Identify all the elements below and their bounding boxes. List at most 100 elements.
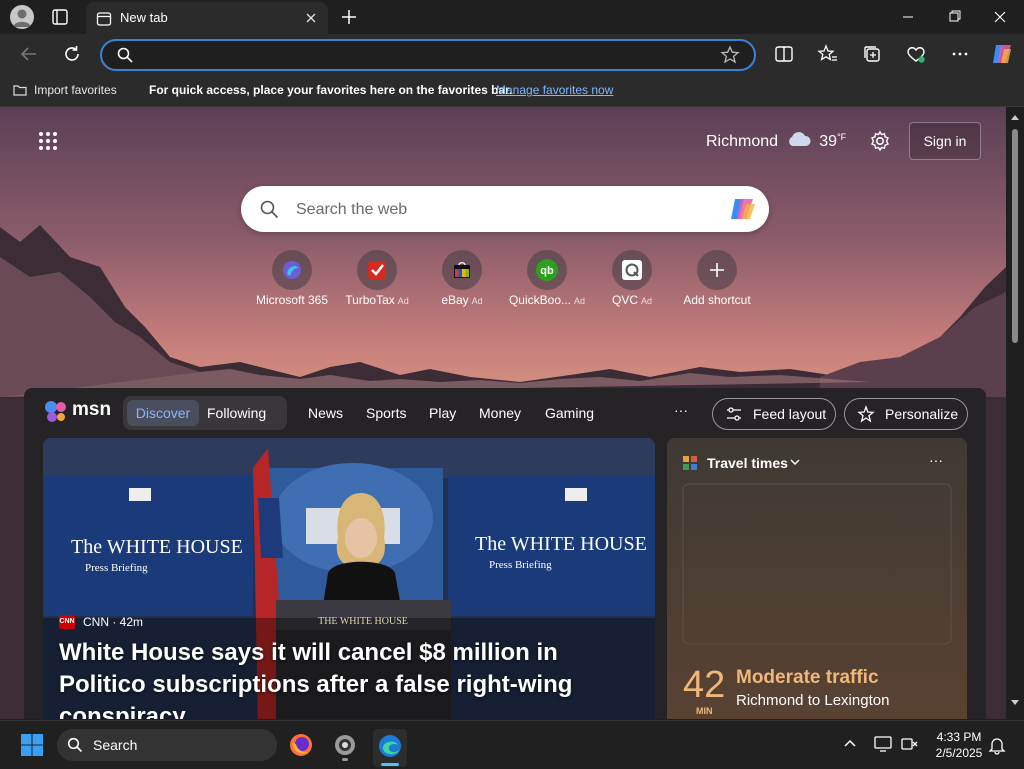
tab-following[interactable]: Following bbox=[207, 400, 266, 426]
screen-subtitle-left: Press Briefing bbox=[85, 562, 148, 574]
ad-label: Ad bbox=[641, 296, 653, 306]
favorite-star-icon[interactable] bbox=[720, 45, 740, 65]
search-icon bbox=[116, 46, 134, 64]
network-speaker-icon[interactable] bbox=[900, 735, 920, 753]
chevron-down-icon[interactable] bbox=[789, 457, 801, 467]
address-bar[interactable] bbox=[100, 39, 756, 71]
scroll-down-arrow-icon[interactable] bbox=[1010, 699, 1020, 707]
web-search-box[interactable]: Search the web bbox=[241, 186, 769, 232]
hero-headline[interactable]: White House says it will cancel $8 milli… bbox=[59, 637, 644, 719]
chevron-up-icon[interactable] bbox=[843, 737, 857, 749]
scroll-up-arrow-icon[interactable] bbox=[1010, 113, 1020, 121]
tab-new-tab[interactable]: New tab bbox=[86, 2, 328, 34]
search-icon bbox=[259, 199, 279, 219]
msn-butterfly-icon bbox=[45, 401, 66, 422]
scroll-thumb[interactable] bbox=[1012, 129, 1018, 343]
weather-widget[interactable]: Richmond 39°F bbox=[706, 131, 846, 153]
travel-times-title[interactable]: Travel times bbox=[707, 455, 788, 471]
add-shortcut-button[interactable]: Add shortcut bbox=[674, 250, 760, 310]
feed-layout-label: Feed layout bbox=[753, 406, 827, 422]
clock-date[interactable]: 2/5/2025 bbox=[932, 746, 986, 760]
minimize-button[interactable] bbox=[886, 4, 930, 30]
personalize-button[interactable]: Personalize bbox=[844, 398, 968, 430]
taskbar-search-label: Search bbox=[93, 737, 138, 753]
split-screen-icon[interactable] bbox=[773, 43, 795, 65]
msn-wordmark: msn bbox=[72, 399, 112, 420]
web-search-placeholder: Search the web bbox=[296, 201, 408, 218]
travel-minutes-unit: MIN bbox=[696, 706, 713, 716]
running-indicator bbox=[342, 758, 348, 761]
restore-button[interactable] bbox=[932, 4, 976, 30]
weather-temperature: 39 bbox=[819, 133, 838, 150]
browser-essentials-icon[interactable] bbox=[905, 43, 927, 65]
screen-title-right: The WHITE HOUSE bbox=[475, 533, 647, 555]
podium-text: THE WHITE HOUSE bbox=[318, 616, 408, 627]
settings-gear-icon[interactable] bbox=[868, 129, 892, 153]
copilot-icon[interactable] bbox=[728, 196, 758, 222]
new-tab-page: Richmond 39°F Sign in Search the web Mic… bbox=[0, 107, 1006, 719]
import-favorites-button[interactable]: Import favorites bbox=[34, 83, 117, 97]
app-taskbar-icon[interactable] bbox=[329, 729, 361, 761]
page-scrollbar[interactable] bbox=[1006, 107, 1024, 719]
shortcut-ebay[interactable]: eBay Ad bbox=[419, 250, 505, 310]
travel-times-card[interactable]: Travel times ··· 42 MIN Moderate traffic… bbox=[667, 438, 967, 719]
taskbar-search-box[interactable]: Search bbox=[57, 729, 277, 761]
start-button[interactable] bbox=[20, 733, 44, 757]
nav-play[interactable]: Play bbox=[429, 405, 456, 421]
back-arrow-icon[interactable] bbox=[18, 43, 40, 65]
shortcut-qvc[interactable]: QVC Ad bbox=[589, 250, 675, 310]
collections-icon[interactable] bbox=[861, 43, 883, 65]
firefox-taskbar-icon[interactable] bbox=[285, 729, 317, 761]
ebay-icon bbox=[454, 262, 470, 278]
more-menu-icon[interactable] bbox=[949, 43, 971, 65]
close-tab-icon[interactable] bbox=[302, 9, 320, 27]
shortcut-label: Microsoft 365 bbox=[255, 293, 329, 307]
refresh-icon[interactable] bbox=[61, 43, 83, 65]
shortcut-quickbooks[interactable]: qb QuickBoo... Ad bbox=[504, 250, 590, 310]
manage-favorites-link[interactable]: Manage favorites now bbox=[496, 83, 613, 97]
tab-discover[interactable]: Discover bbox=[127, 400, 199, 426]
favorites-icon[interactable] bbox=[817, 43, 839, 65]
feed-layout-button[interactable]: Feed layout bbox=[712, 398, 836, 430]
hero-news-card[interactable]: The WHITE HOUSE Press Briefing The WHITE… bbox=[43, 438, 655, 719]
new-tab-button[interactable] bbox=[338, 6, 360, 28]
notification-bell-icon[interactable] bbox=[988, 735, 1006, 755]
shortcut-label: eBay bbox=[441, 293, 469, 307]
windows-taskbar: Search 4:33 PM 2/5/2025 bbox=[0, 720, 1024, 769]
nav-gaming[interactable]: Gaming bbox=[545, 405, 594, 421]
weather-city: Richmond bbox=[706, 133, 779, 150]
close-window-button[interactable] bbox=[978, 4, 1022, 30]
qvc-icon bbox=[622, 260, 642, 280]
display-icon[interactable] bbox=[873, 735, 893, 753]
screen-subtitle-right: Press Briefing bbox=[489, 559, 552, 571]
tab-actions-icon[interactable] bbox=[49, 7, 71, 27]
map-app-icon bbox=[683, 456, 697, 470]
edge-taskbar-icon[interactable] bbox=[373, 729, 407, 767]
sign-in-button[interactable]: Sign in bbox=[909, 122, 981, 160]
feed-more-button[interactable]: ··· bbox=[674, 402, 688, 418]
profile-avatar[interactable] bbox=[10, 5, 34, 29]
ad-label: Ad bbox=[471, 296, 483, 306]
nav-sports[interactable]: Sports bbox=[366, 405, 406, 421]
nav-money[interactable]: Money bbox=[479, 405, 521, 421]
windows-logo-icon bbox=[21, 734, 43, 756]
shortcut-label: TurboTax bbox=[345, 293, 395, 307]
travel-more-button[interactable]: ··· bbox=[929, 452, 943, 468]
copilot-icon[interactable] bbox=[990, 43, 1012, 65]
shortcut-turbotax[interactable]: TurboTax Ad bbox=[334, 250, 420, 310]
quickbooks-icon: qb bbox=[536, 259, 558, 281]
apps-launcher-icon[interactable] bbox=[38, 131, 58, 151]
shortcut-label: QuickBoo... bbox=[508, 293, 571, 307]
screen-title-left: The WHITE HOUSE bbox=[71, 536, 243, 558]
sparkle-star-icon bbox=[857, 405, 875, 423]
feed-toggle: Discover Following bbox=[123, 396, 287, 430]
shortcut-microsoft-365[interactable]: Microsoft 365 bbox=[249, 250, 335, 310]
cloud-icon bbox=[786, 131, 812, 147]
new-tab-icon bbox=[96, 11, 112, 27]
clock-time[interactable]: 4:33 PM bbox=[932, 730, 986, 744]
hero-source: CNN · 42m bbox=[83, 615, 143, 629]
plus-icon bbox=[710, 263, 724, 277]
nav-news[interactable]: News bbox=[308, 405, 343, 421]
personalize-label: Personalize bbox=[885, 406, 959, 422]
favorites-bar-message: For quick access, place your favorites h… bbox=[149, 83, 513, 97]
